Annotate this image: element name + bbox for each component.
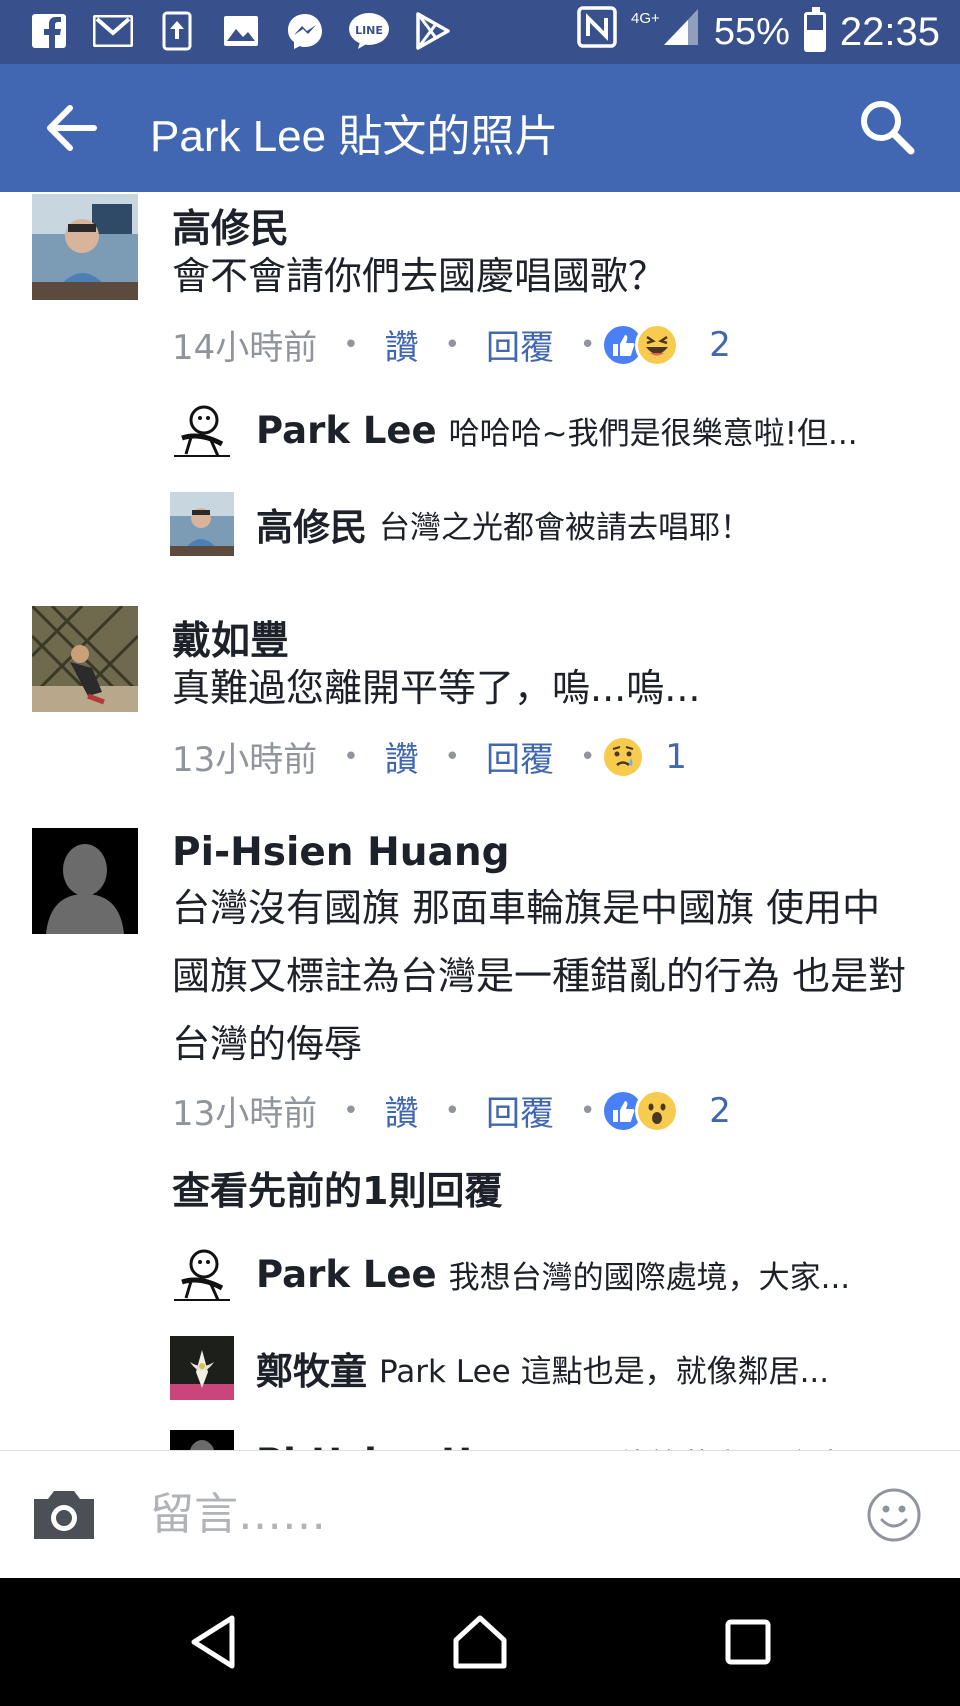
separator-dot: • xyxy=(444,329,460,360)
separator-dot: • xyxy=(343,741,359,772)
status-indicators: 4G+ 55% 22:35 xyxy=(577,6,940,58)
avatar[interactable] xyxy=(170,1336,234,1400)
comment-timestamp: 13小時前 xyxy=(172,1094,318,1134)
upload-icon xyxy=(156,10,198,52)
reaction-count[interactable]: 1 xyxy=(665,737,687,777)
network-type: 4G+ xyxy=(631,9,660,27)
search-icon[interactable] xyxy=(858,98,916,156)
reply-author[interactable]: 高修民 xyxy=(256,497,367,551)
messenger-icon xyxy=(284,10,326,52)
signal-icon xyxy=(662,7,700,57)
reply-row[interactable]: 高修民 台灣之光都會被請去唱耶！ xyxy=(170,490,910,558)
reaction-count[interactable]: 2 xyxy=(709,1091,731,1131)
facebook-icon xyxy=(28,10,70,52)
separator-dot: • xyxy=(579,329,596,360)
separator-dot: • xyxy=(444,1095,460,1126)
avatar[interactable] xyxy=(170,398,234,462)
reply-button[interactable]: 回覆 xyxy=(486,320,554,369)
reply-text: 哈哈哈~我們是很樂意啦!但... xyxy=(448,415,858,452)
status-bar: LINE 4G+ 55% 22:35 xyxy=(0,0,960,64)
notification-icons: LINE xyxy=(28,10,454,52)
comment-timestamp: 14小時前 xyxy=(172,328,318,368)
separator-dot: • xyxy=(343,329,359,360)
comment-author[interactable]: Pi-Hsien Huang xyxy=(172,830,510,875)
reply-author[interactable]: Park Lee xyxy=(256,1253,437,1296)
reply-row[interactable]: Park Lee 我想台灣的國際處境，大家... xyxy=(170,1240,910,1308)
reactions-summary[interactable] xyxy=(601,322,680,367)
avatar[interactable] xyxy=(170,492,234,556)
page-title: Park Lee 貼文的照片 xyxy=(150,112,559,161)
like-button[interactable]: 讚 xyxy=(385,320,419,369)
gallery-icon xyxy=(220,10,262,52)
comment-meta: 13小時前 • 讚 • 回覆 • 2 xyxy=(172,1086,731,1135)
back-triangle-icon[interactable] xyxy=(184,1612,244,1672)
nfc-icon xyxy=(577,6,617,58)
reply-row[interactable]: Pi-Hsien Huang 不能算苛求 畢竟真... xyxy=(170,1428,910,1450)
reply-button[interactable]: 回覆 xyxy=(486,732,554,781)
view-previous-replies-link[interactable]: 查看先前的1則回覆 xyxy=(172,1160,502,1215)
home-icon[interactable] xyxy=(450,1612,510,1672)
arrow-left-icon[interactable] xyxy=(46,104,98,152)
battery-icon xyxy=(803,7,826,52)
play-store-icon xyxy=(412,10,454,52)
line-icon: LINE xyxy=(348,10,390,52)
comment-meta: 14小時前 • 讚 • 回覆 • 2 xyxy=(172,320,731,369)
avatar[interactable] xyxy=(32,828,138,934)
reactions-summary[interactable] xyxy=(601,734,646,779)
gmail-icon xyxy=(92,10,134,52)
reply-author[interactable]: Park Lee xyxy=(256,409,437,452)
like-button[interactable]: 讚 xyxy=(385,732,419,781)
reply-text: 我想台灣的國際處境，大家... xyxy=(448,1259,851,1296)
recents-icon[interactable] xyxy=(718,1612,778,1672)
comment-input[interactable] xyxy=(150,1479,750,1549)
app-bar: Park Lee 貼文的照片 xyxy=(0,64,960,192)
reply-text: 不能算苛求 畢竟真... xyxy=(588,1440,875,1451)
svg-text:LINE: LINE xyxy=(355,24,383,37)
comment-meta: 13小時前 • 讚 • 回覆 • 1 xyxy=(172,732,687,781)
reply-author[interactable]: Pi-Hsien Huang xyxy=(256,1441,576,1451)
separator-dot: • xyxy=(343,1095,359,1126)
separator-dot: • xyxy=(579,741,596,772)
reply-text: Park Lee 這點也是，就像鄰居... xyxy=(379,1353,830,1390)
wow-reaction-icon xyxy=(635,1088,680,1133)
sad-reaction-icon xyxy=(601,734,646,779)
battery-percent: 55% xyxy=(713,10,790,53)
system-nav-bar xyxy=(0,1578,960,1706)
avatar[interactable] xyxy=(32,194,138,300)
comment-text: 真難過您離開平等了，嗚...嗚... xyxy=(172,666,701,710)
comment-text: 台灣沒有國旗 那面車輪旗是中國旗 使用中國旗又標註為台灣是一種錯亂的行為 也是對… xyxy=(172,886,907,1066)
avatar[interactable] xyxy=(170,1430,234,1450)
reply-row[interactable]: Park Lee 哈哈哈~我們是很樂意啦!但... xyxy=(170,396,910,464)
comment-timestamp: 13小時前 xyxy=(172,740,318,780)
reaction-count[interactable]: 2 xyxy=(709,325,731,365)
clock: 22:35 xyxy=(839,9,940,54)
comment-text: 會不會請你們去國慶唱國歌？ xyxy=(172,254,667,298)
reply-text: 台灣之光都會被請去唱耶！ xyxy=(379,509,751,546)
comment-composer xyxy=(0,1450,960,1578)
emoji-icon[interactable] xyxy=(866,1487,922,1543)
like-button[interactable]: 讚 xyxy=(385,1086,419,1135)
reply-row[interactable]: 鄭牧童 Park Lee 這點也是，就像鄰居... xyxy=(170,1334,910,1402)
haha-reaction-icon xyxy=(635,322,680,367)
reactions-summary[interactable] xyxy=(601,1088,680,1133)
avatar[interactable] xyxy=(170,1242,234,1306)
comments-list: 高修民 會不會請你們去國慶唱國歌？ 14小時前 • 讚 • 回覆 • 2 Par… xyxy=(0,192,960,1450)
separator-dot: • xyxy=(579,1095,596,1126)
camera-icon[interactable] xyxy=(30,1487,98,1543)
reply-button[interactable]: 回覆 xyxy=(486,1086,554,1135)
reply-author[interactable]: 鄭牧童 xyxy=(256,1341,367,1395)
separator-dot: • xyxy=(444,741,460,772)
avatar[interactable] xyxy=(32,606,138,712)
